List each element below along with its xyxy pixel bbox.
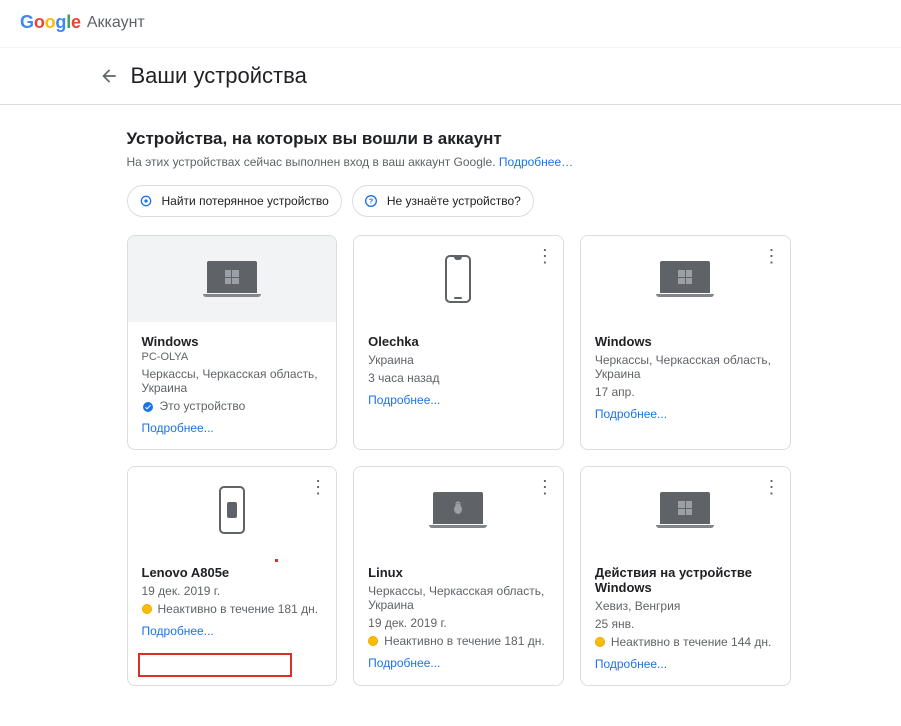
- laptop-icon: [203, 261, 261, 297]
- device-name: Windows: [595, 334, 776, 349]
- device-image: [581, 467, 790, 553]
- device-card[interactable]: ⋮ Linux Черкассы, Черкасская область, Ук…: [353, 466, 564, 686]
- page-title: Ваши устройства: [131, 63, 307, 89]
- chip-row: Найти потерянное устройство ? Не узнаёте…: [127, 185, 791, 217]
- card-menu-button[interactable]: ⋮: [531, 473, 559, 501]
- find-device-chip[interactable]: Найти потерянное устройство: [127, 185, 342, 217]
- device-card[interactable]: ⋮ Lenovo A805e 19 дек. 2019 г. Неактивно…: [127, 466, 338, 686]
- device-subname: PC-OLYA: [142, 351, 323, 363]
- help-icon: ?: [363, 193, 379, 209]
- chip-label: Не узнаёте устройство?: [387, 194, 521, 208]
- device-activity: 3 часа назад: [368, 371, 549, 385]
- card-menu-button[interactable]: ⋮: [758, 473, 786, 501]
- device-card[interactable]: Windows PC-OLYA Черкассы, Черкасская обл…: [127, 235, 338, 450]
- device-status: Неактивно в течение 144 дн.: [595, 635, 776, 649]
- section-more-link[interactable]: Подробнее…: [499, 155, 573, 169]
- annotation-dot: [275, 559, 278, 562]
- status-label: Неактивно в течение 181 дн.: [384, 634, 545, 648]
- device-name: Linux: [368, 565, 549, 580]
- device-name: Действия на устройстве Windows: [595, 565, 776, 595]
- device-grid: Windows PC-OLYA Черкассы, Черкасская обл…: [127, 235, 791, 686]
- google-logo: Google: [20, 12, 81, 33]
- check-circle-icon: [142, 401, 154, 413]
- phone-icon: [445, 255, 471, 303]
- device-location: Черкассы, Черкасская область, Украина: [595, 353, 776, 381]
- device-more-link[interactable]: Подробнее...: [595, 407, 776, 421]
- warning-dot-icon: [142, 604, 152, 614]
- linux-icon: [450, 500, 466, 516]
- product-name: Аккаунт: [87, 14, 145, 32]
- unknown-device-chip[interactable]: ? Не узнаёте устройство?: [352, 185, 534, 217]
- laptop-icon: [656, 261, 714, 297]
- annotation-highlight: [138, 653, 293, 677]
- device-card[interactable]: ⋮ Olechka Украина 3 часа назад Подробнее…: [353, 235, 564, 450]
- device-status: Неактивно в течение 181 дн.: [368, 634, 549, 648]
- device-image: [581, 236, 790, 322]
- warning-dot-icon: [368, 636, 378, 646]
- laptop-icon: [656, 492, 714, 528]
- arrow-left-icon: [99, 66, 119, 86]
- device-activity: 19 дек. 2019 г.: [142, 584, 323, 598]
- device-more-link[interactable]: Подробнее...: [142, 624, 323, 638]
- device-more-link[interactable]: Подробнее...: [368, 393, 549, 407]
- status-label: Это устройство: [160, 399, 246, 413]
- status-label: Неактивно в течение 181 дн.: [158, 602, 319, 616]
- target-icon: [138, 193, 154, 209]
- card-menu-button[interactable]: ⋮: [758, 242, 786, 270]
- laptop-icon: [429, 492, 487, 528]
- device-activity: 17 апр.: [595, 385, 776, 399]
- device-location: Украина: [368, 353, 549, 367]
- app-header: Google Аккаунт: [0, 0, 901, 47]
- device-card[interactable]: ⋮ Windows Черкассы, Черкасская область, …: [580, 235, 791, 450]
- section-heading: Устройства, на которых вы вошли в аккаун…: [127, 129, 791, 149]
- content: Устройства, на которых вы вошли в аккаун…: [91, 105, 811, 726]
- device-location: Хевиз, Венгрия: [595, 599, 776, 613]
- device-name: Windows: [142, 334, 323, 349]
- section-sub-label: На этих устройствах сейчас выполнен вход…: [127, 155, 499, 169]
- card-menu-button[interactable]: ⋮: [531, 242, 559, 270]
- device-more-link[interactable]: Подробнее...: [142, 421, 323, 435]
- device-status: Это устройство: [142, 399, 323, 413]
- svg-text:?: ?: [369, 197, 374, 206]
- status-label: Неактивно в течение 144 дн.: [611, 635, 772, 649]
- device-more-link[interactable]: Подробнее...: [595, 657, 776, 671]
- back-button[interactable]: [91, 58, 127, 94]
- card-menu-button[interactable]: ⋮: [304, 473, 332, 501]
- device-name: Lenovo A805e: [142, 565, 323, 580]
- device-card[interactable]: ⋮ Действия на устройстве Windows Хевиз, …: [580, 466, 791, 686]
- chip-label: Найти потерянное устройство: [162, 194, 329, 208]
- device-name: Olechka: [368, 334, 549, 349]
- device-activity: 25 янв.: [595, 617, 776, 631]
- device-status: Неактивно в течение 181 дн.: [142, 602, 323, 616]
- device-activity: 19 дек. 2019 г.: [368, 616, 549, 630]
- titlebar: Ваши устройства: [0, 47, 901, 105]
- device-location: Черкассы, Черкасская область, Украина: [368, 584, 549, 612]
- device-location: Черкассы, Черкасская область, Украина: [142, 367, 323, 395]
- device-image: [128, 236, 337, 322]
- phone-icon: [219, 486, 245, 534]
- section-subtext: На этих устройствах сейчас выполнен вход…: [127, 155, 791, 169]
- device-more-link[interactable]: Подробнее...: [368, 656, 549, 670]
